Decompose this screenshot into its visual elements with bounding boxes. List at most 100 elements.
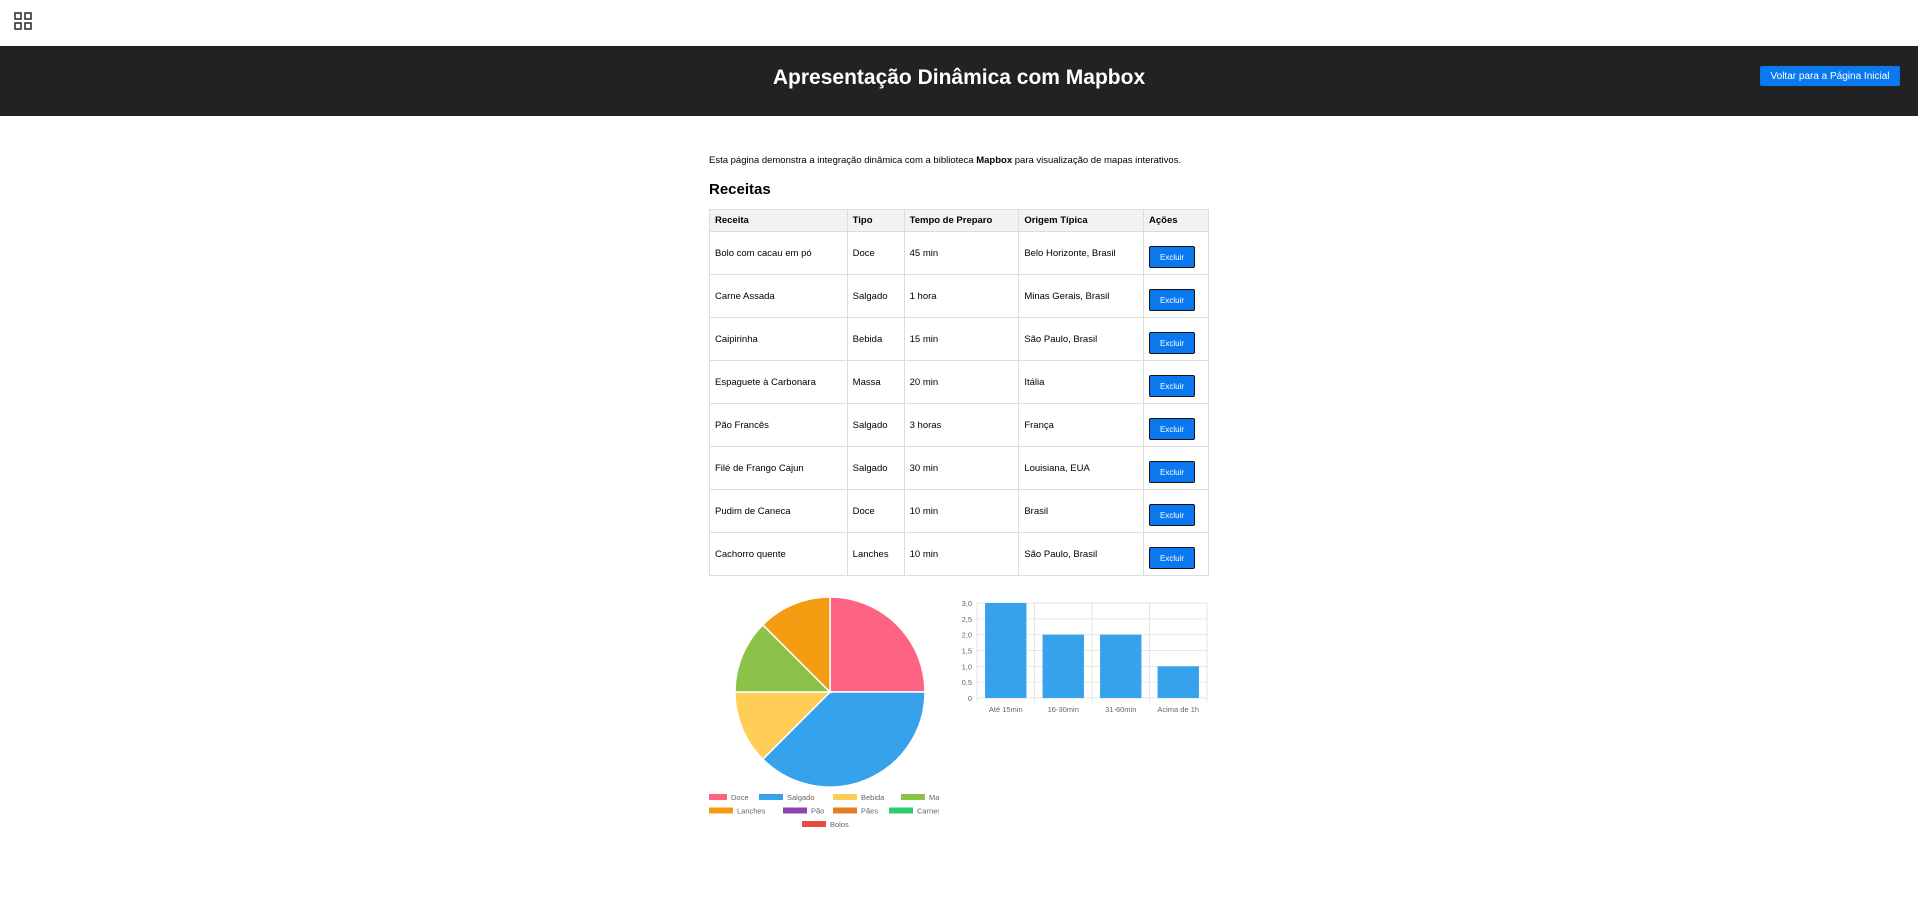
legend-swatch xyxy=(833,794,857,800)
page-header: Apresentação Dinâmica com Mapbox Voltar … xyxy=(0,46,1918,116)
actions-cell: Excluir xyxy=(1143,489,1209,533)
pie-chart: Doce Salgado Bebida Massa Lanches Pão Pães Carn… xyxy=(709,596,939,829)
intro-text-before: Esta página demonstra a integração dinâm… xyxy=(709,155,977,166)
delete-button[interactable]: Excluir xyxy=(1149,461,1196,483)
legend-label: Carnes xyxy=(917,807,939,816)
legend-label: Doce xyxy=(731,793,749,802)
legend-label: Salgado xyxy=(787,793,815,802)
recipe-type: Doce xyxy=(846,231,905,275)
bar xyxy=(985,603,1027,698)
top-toolbar xyxy=(0,0,1918,46)
actions-cell: Excluir xyxy=(1143,317,1209,361)
recipe-name: Cachorro quente xyxy=(709,532,848,576)
legend-label: Pães xyxy=(861,807,878,816)
delete-button[interactable]: Excluir xyxy=(1149,504,1196,526)
delete-button[interactable]: Excluir xyxy=(1149,375,1196,397)
recipe-type: Salgado xyxy=(846,403,905,447)
legend-swatch xyxy=(709,794,727,800)
recipe-time: 45 min xyxy=(903,231,1020,275)
legend-label: Lanches xyxy=(737,807,766,816)
recipe-name: Filé de Frango Cajun xyxy=(709,446,848,490)
table-row: Espaguete à Carbonara Massa 20 min Itáli… xyxy=(709,360,1209,404)
legend-swatch xyxy=(783,807,807,814)
legend-swatch xyxy=(889,807,913,814)
table-row: Cachorro quente Lanches 10 min São Paulo… xyxy=(709,532,1209,576)
y-tick-label: 0,5 xyxy=(962,678,972,687)
recipe-time: 10 min xyxy=(903,532,1020,576)
charts-area: Doce Salgado Bebida Massa Lanches Pão Pães Carn… xyxy=(709,588,1209,838)
recipe-type: Salgado xyxy=(846,446,905,490)
legend-swatch xyxy=(709,807,733,814)
actions-cell: Excluir xyxy=(1143,403,1209,447)
recipe-time: 3 horas xyxy=(903,403,1020,447)
y-tick-label: 2,0 xyxy=(962,631,972,640)
recipe-type: Massa xyxy=(846,360,905,404)
legend-swatch xyxy=(759,794,783,800)
recipe-name: Pão Francês xyxy=(709,403,848,447)
home-button[interactable]: Voltar para a Página Inicial xyxy=(1760,66,1900,86)
page-title: Apresentação Dinâmica com Mapbox xyxy=(772,66,1146,89)
recipe-type: Lanches xyxy=(846,532,905,576)
recipe-origin: França xyxy=(1018,403,1145,447)
recipe-time: 20 min xyxy=(903,360,1020,404)
y-tick-label: 3,0 xyxy=(962,599,972,608)
recipe-origin: Brasil xyxy=(1018,489,1145,533)
column-header: Tempo de Preparo xyxy=(903,209,1020,232)
legend-swatch xyxy=(802,821,826,827)
intro-text-after: para visualização de mapas interativos. xyxy=(1012,155,1182,166)
table-row: Filé de Frango Cajun Salgado 30 min Loui… xyxy=(709,446,1209,490)
bar-chart: 0 0,5 1,0 1,5 2,0 2,5 3,0 Até 15min 16-30min 31-6… xyxy=(962,599,1208,714)
table-row: Pudim de Caneca Doce 10 min Brasil Exclu… xyxy=(709,489,1209,533)
legend-label: Massa xyxy=(929,793,939,802)
pie-slice xyxy=(829,596,926,693)
recipe-origin: Itália xyxy=(1018,360,1145,404)
delete-button[interactable]: Excluir xyxy=(1149,289,1196,311)
grid-icon[interactable] xyxy=(14,12,32,30)
legend-label: Bebida xyxy=(861,793,885,802)
delete-button[interactable]: Excluir xyxy=(1149,418,1196,440)
recipe-origin: Minas Gerais, Brasil xyxy=(1018,274,1145,318)
recipe-origin: Belo Horizonte, Brasil xyxy=(1018,231,1145,275)
recipe-origin: São Paulo, Brasil xyxy=(1018,317,1145,361)
legend-swatch xyxy=(833,807,857,814)
bar xyxy=(1157,666,1199,698)
recipe-name: Carne Assada xyxy=(709,274,848,318)
column-header: Tipo xyxy=(846,209,905,232)
column-header: Ações xyxy=(1143,209,1209,232)
recipe-time: 1 hora xyxy=(903,274,1020,318)
x-tick-label: 31-60min xyxy=(1105,705,1136,714)
y-tick-label: 0 xyxy=(968,694,972,703)
actions-cell: Excluir xyxy=(1143,360,1209,404)
y-tick-label: 2,5 xyxy=(962,615,972,624)
table-row: Carne Assada Salgado 1 hora Minas Gerais… xyxy=(709,274,1209,318)
delete-button[interactable]: Excluir xyxy=(1149,246,1196,268)
recipe-origin: São Paulo, Brasil xyxy=(1018,532,1145,576)
recipe-name: Caipirinha xyxy=(709,317,848,361)
actions-cell: Excluir xyxy=(1143,532,1209,576)
recipe-time: 15 min xyxy=(903,317,1020,361)
recipe-name: Pudim de Caneca xyxy=(709,489,848,533)
main-content: Esta página demonstra a integração dinâm… xyxy=(709,155,1209,576)
bar xyxy=(1042,634,1084,698)
legend-label: Bolos xyxy=(830,820,849,829)
legend-label: Pão xyxy=(811,807,824,816)
recipes-table: Receita Tipo Tempo de Preparo Origem Típ… xyxy=(709,209,1209,576)
recipe-type: Bebida xyxy=(846,317,905,361)
recipes-title: Receitas xyxy=(709,181,771,198)
actions-cell: Excluir xyxy=(1143,446,1209,490)
recipe-time: 10 min xyxy=(903,489,1020,533)
legend-swatch xyxy=(901,794,925,800)
column-header: Origem Típica xyxy=(1018,209,1145,232)
recipe-name: Espaguete à Carbonara xyxy=(709,360,848,404)
delete-button[interactable]: Excluir xyxy=(1149,547,1196,569)
recipe-origin: Louisiana, EUA xyxy=(1018,446,1145,490)
table-row: Bolo com cacau em pó Doce 45 min Belo Ho… xyxy=(709,231,1209,275)
delete-button[interactable]: Excluir xyxy=(1149,332,1196,354)
table-row: Pão Francês Salgado 3 horas França Exclu… xyxy=(709,403,1209,447)
x-tick-label: Acima de 1h xyxy=(1157,705,1199,714)
recipe-time: 30 min xyxy=(903,446,1020,490)
x-tick-label: Até 15min xyxy=(989,705,1023,714)
recipe-name: Bolo com cacau em pó xyxy=(709,231,848,275)
actions-cell: Excluir xyxy=(1143,274,1209,318)
recipe-type: Salgado xyxy=(846,274,905,318)
